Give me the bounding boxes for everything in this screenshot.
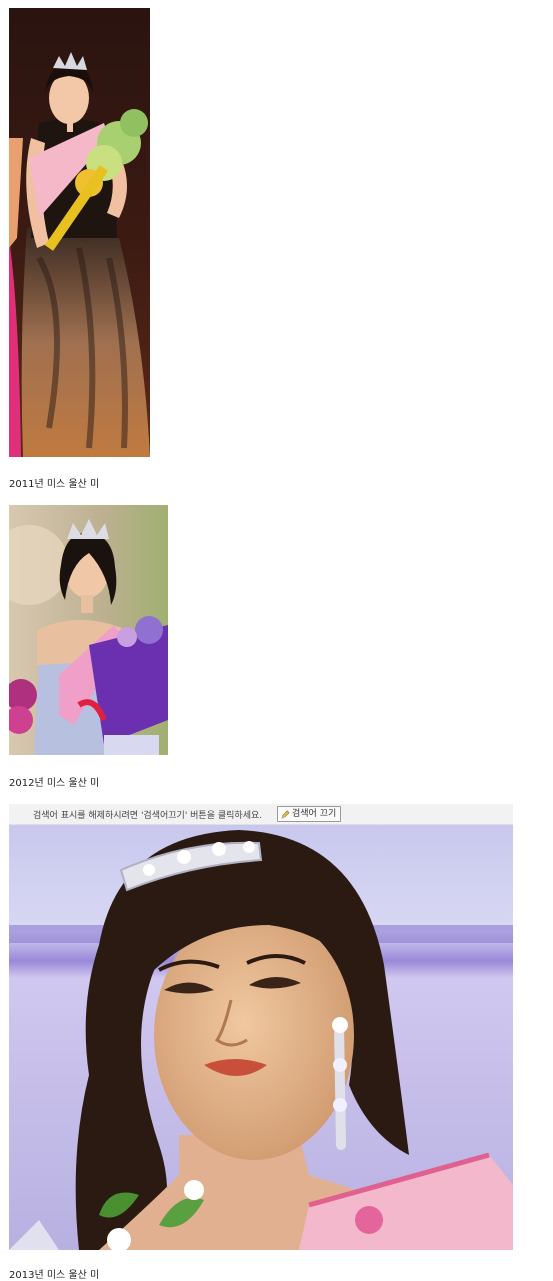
search-highlight-bar: 검색어 표시를 해제하시려면 '검색어끄기' 버튼을 클릭하세요. 검색어 끄기 bbox=[9, 804, 513, 825]
search-highlight-message: 검색어 표시를 해제하시려면 '검색어끄기' 버튼을 클릭하세요. bbox=[33, 811, 263, 821]
pencil-icon bbox=[281, 810, 290, 819]
photo-2011-image bbox=[9, 8, 150, 457]
caption-2011: 2011년 미스 울산 미 bbox=[9, 479, 100, 490]
photo-2011 bbox=[9, 8, 150, 457]
photo-2012 bbox=[9, 505, 168, 755]
caption-2013: 2013년 미스 울산 미 bbox=[9, 1270, 100, 1281]
search-highlight-off-label: 검색어 끄기 bbox=[292, 809, 337, 819]
search-highlight-off-button[interactable]: 검색어 끄기 bbox=[277, 806, 342, 822]
photo-2013-image bbox=[9, 825, 513, 1250]
caption-2012: 2012년 미스 울산 미 bbox=[9, 778, 100, 789]
photo-2012-image bbox=[9, 505, 168, 755]
photo-2013 bbox=[9, 825, 513, 1250]
